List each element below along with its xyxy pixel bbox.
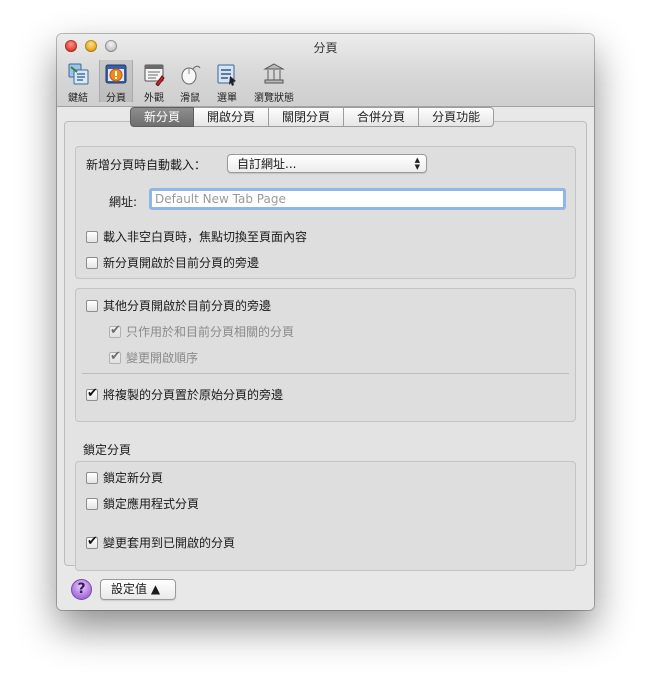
- settings-button[interactable]: 設定值 ▲: [100, 579, 176, 600]
- checkbox-label: 鎖定應用程式分頁: [103, 497, 200, 511]
- tab-merge-tabs[interactable]: 合併分頁: [344, 107, 420, 127]
- checkbox-box[interactable]: [86, 256, 98, 269]
- autoload-label: 新增分頁時自動載入：: [86, 158, 207, 172]
- appearance-icon: [144, 64, 165, 86]
- checkbox-box[interactable]: [109, 323, 121, 339]
- checkbox-label: 變更套用到已開啟的分頁: [103, 536, 236, 550]
- toolbar-label: 瀏覽狀態: [254, 93, 294, 104]
- other-open-next-checkbox[interactable]: 其他分頁開啟於目前分頁的旁邊: [86, 297, 271, 314]
- lock-section-title: 鎖定分頁: [83, 443, 132, 457]
- toolbar-label: 分頁: [106, 93, 126, 104]
- checkbox-label: 新分頁開啟於目前分頁的旁邊: [103, 256, 260, 270]
- toolbar-item-tabs[interactable]: 分頁: [99, 60, 133, 104]
- toolbar-item-appearance[interactable]: 外觀: [137, 60, 171, 104]
- duplicate-next-checkbox[interactable]: 將複製的分頁置於原始分頁的旁邊: [86, 386, 283, 403]
- checkbox-box[interactable]: [86, 497, 98, 510]
- apply-open-checkbox[interactable]: 變更套用到已開啟的分頁: [86, 534, 235, 551]
- new-tab-group: 新增分頁時自動載入： 自訂網址... ▲▼ 網址: 載入非空白頁時，焦點切換至頁…: [75, 146, 576, 279]
- toolbar-item-mouse[interactable]: 滑鼠: [173, 60, 207, 104]
- tab-new-tab[interactable]: 新分頁: [130, 107, 195, 127]
- lock-apps-checkbox[interactable]: 鎖定應用程式分頁: [86, 495, 199, 512]
- checkbox-label: 變更開啟順序: [126, 351, 199, 365]
- toolbar-item-shortcuts[interactable]: 鍵結: [61, 60, 95, 104]
- keyboard-icon: [68, 63, 89, 85]
- checkbox-label: 其他分頁開啟於目前分頁的旁邊: [103, 299, 272, 313]
- tab-close-tabs[interactable]: 關閉分頁: [269, 107, 345, 127]
- toolbar-item-menus[interactable]: 選單: [210, 60, 244, 104]
- autoload-popup[interactable]: 自訂網址... ▲ ▼: [227, 154, 427, 173]
- tabs-icon: [105, 64, 127, 84]
- titlebar: 分頁 鍵結 分頁 外觀 滑鼠 選單 瀏覽狀態: [57, 34, 594, 107]
- toolbar-label: 選單: [217, 93, 237, 104]
- focus-content-checkbox[interactable]: 載入非空白頁時，焦點切換至頁面內容: [86, 228, 307, 245]
- url-input[interactable]: [149, 188, 566, 210]
- checkbox-label: 只作用於和目前分頁相關的分頁: [126, 325, 295, 339]
- popup-arrows-icon: ▲ ▼: [414, 156, 420, 171]
- help-button[interactable]: ?: [71, 579, 92, 600]
- browsing-state-icon: [263, 63, 285, 84]
- tab-panel: 新增分頁時自動載入： 自訂網址... ▲▼ 網址: 載入非空白頁時，焦點切換至頁…: [64, 121, 587, 571]
- checkbox-label: 載入非空白頁時，焦點切換至頁面內容: [103, 230, 308, 244]
- toolbar-label: 滑鼠: [180, 93, 200, 104]
- checkbox-box[interactable]: [86, 534, 98, 550]
- checkbox-box[interactable]: [86, 471, 98, 484]
- menu-icon: [217, 64, 236, 86]
- lock-group: 鎖定新分頁 鎖定應用程式分頁 變更套用到已開啟的分頁: [75, 461, 576, 571]
- toolbar-label: 外觀: [144, 93, 164, 104]
- checkbox-box[interactable]: [86, 299, 98, 312]
- checkbox-box[interactable]: [86, 230, 98, 243]
- url-label: 網址:: [109, 195, 138, 209]
- toolbar-label: 鍵結: [68, 93, 88, 104]
- autoload-value: 自訂網址...: [237, 157, 297, 171]
- tab-tab-features[interactable]: 分頁功能: [419, 107, 495, 127]
- toolbar-item-browsing-state[interactable]: 瀏覽狀態: [249, 60, 299, 104]
- change-order-checkbox[interactable]: 變更開啟順序: [109, 349, 198, 366]
- tab-open-tabs[interactable]: 開啟分頁: [194, 107, 270, 127]
- checkbox-box[interactable]: [109, 349, 121, 365]
- open-next-checkbox[interactable]: 新分頁開啟於目前分頁的旁邊: [86, 254, 259, 271]
- preferences-window: 分頁 鍵結 分頁 外觀 滑鼠 選單 瀏覽狀態 新分頁 開啟分頁 關閉分頁 合併分…: [57, 34, 594, 610]
- related-only-checkbox[interactable]: 只作用於和目前分頁相關的分頁: [109, 323, 294, 340]
- other-tabs-group: 其他分頁開啟於目前分頁的旁邊 只作用於和目前分頁相關的分頁 變更開啟順序 將複製…: [75, 288, 576, 422]
- divider: [82, 373, 569, 374]
- window-title: 分頁: [313, 41, 338, 55]
- tab-bar: 新分頁 開啟分頁 關閉分頁 合併分頁 分頁功能: [130, 107, 495, 127]
- checkbox-label: 鎖定新分頁: [103, 471, 164, 485]
- checkbox-box[interactable]: [86, 386, 98, 402]
- content-area: 新分頁 開啟分頁 關閉分頁 合併分頁 分頁功能 新增分頁時自動載入： 自訂網址.…: [57, 107, 594, 610]
- lock-new-checkbox[interactable]: 鎖定新分頁: [86, 469, 163, 486]
- mouse-icon: [181, 65, 201, 85]
- checkbox-label: 將複製的分頁置於原始分頁的旁邊: [103, 388, 284, 402]
